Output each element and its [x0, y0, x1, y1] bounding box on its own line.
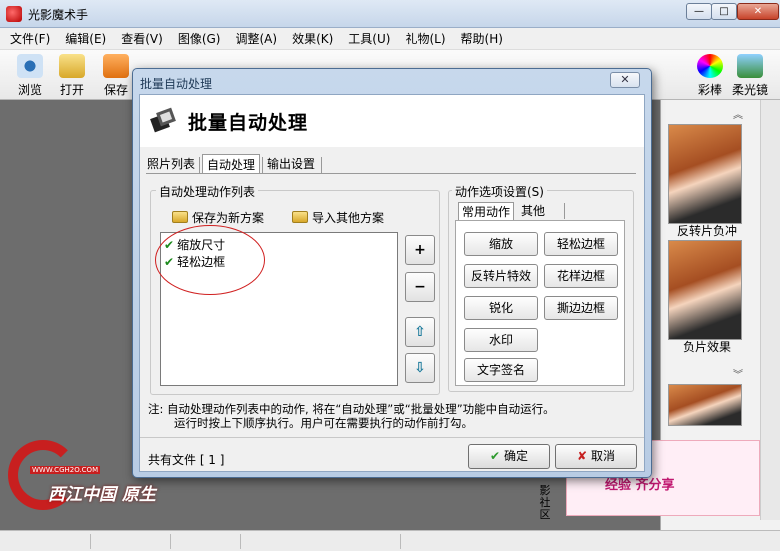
ok-label: 确定 [504, 449, 529, 463]
menu-bar: 文件(F) 编辑(E) 查看(V) 图像(G) 调整(A) 效果(K) 工具(U… [0, 28, 780, 50]
sharpen-button[interactable]: 锐化 [464, 296, 538, 320]
menu-file[interactable]: 文件(F) [10, 30, 50, 47]
footer-divider [140, 437, 644, 438]
status-divider [170, 534, 171, 549]
cancel-button[interactable]: ✘ 取消 [555, 444, 637, 469]
batch-process-icon [150, 107, 176, 133]
watermark-url: WWW.CGH2O.COM [30, 466, 101, 474]
open-label: 打开 [59, 83, 84, 97]
torn-border-button[interactable]: 撕边边框 [544, 296, 618, 320]
file-count: 共有文件 [ 1 ] [148, 453, 225, 467]
tab-divider [564, 203, 565, 219]
easy-border-button[interactable]: 轻松边框 [544, 232, 618, 256]
status-divider [240, 534, 241, 549]
minimize-button[interactable]: — [686, 3, 712, 20]
fancy-border-button[interactable]: 花样边框 [544, 264, 618, 288]
save-label: 保存 [103, 83, 128, 97]
menu-view[interactable]: 查看(V) [121, 30, 163, 47]
status-divider [400, 534, 401, 549]
maximize-button[interactable]: □ [711, 3, 737, 20]
action-list-title: 自动处理动作列表 [156, 183, 259, 200]
tab-divider [321, 157, 322, 173]
app-icon [6, 6, 22, 22]
tab-auto-process[interactable]: 自动处理 [202, 154, 261, 174]
cross-icon: ✘ [576, 449, 588, 463]
watermark-button[interactable]: 水印 [464, 328, 538, 352]
tab-photo-list[interactable]: 照片列表 [143, 154, 199, 174]
effect-thumbnail-3[interactable] [668, 384, 742, 426]
browse-button[interactable]: 浏览 [8, 52, 52, 98]
save-scheme-label: 保存为新方案 [192, 211, 265, 225]
colorful-button[interactable]: 彩棒 [688, 52, 732, 98]
tab-other[interactable]: 其他 [518, 202, 548, 221]
menu-edit[interactable]: 编辑(E) [65, 30, 106, 47]
import-scheme-button[interactable]: 导入其他方案 [292, 209, 384, 226]
side-scrollbar[interactable] [760, 100, 780, 520]
add-action-button[interactable]: + [405, 235, 435, 265]
browse-label: 浏览 [17, 83, 42, 97]
menu-image[interactable]: 图像(G) [178, 30, 221, 47]
panel-collapse-icon[interactable]: ︽ [730, 106, 746, 121]
menu-effects[interactable]: 效果(K) [292, 30, 333, 47]
tab-output-settings[interactable]: 输出设置 [263, 154, 319, 174]
note-line-2: 运行时按上下顺序执行。用户可在需要执行的动作前打勾。 [174, 416, 473, 430]
action-options-title: 动作选项设置(S) [452, 183, 547, 200]
reversal-effect-button[interactable]: 反转片特效 [464, 264, 538, 288]
menu-help[interactable]: 帮助(H) [461, 30, 503, 47]
window-close-button[interactable]: ✕ [737, 3, 779, 20]
import-scheme-label: 导入其他方案 [312, 211, 385, 225]
effect-thumbnail-reversal[interactable] [668, 124, 742, 224]
softglow-button[interactable]: 柔光镜 [728, 52, 772, 98]
menu-gifts[interactable]: 礼物(L) [405, 30, 445, 47]
dialog-heading: 批量自动处理 [188, 112, 309, 134]
save-icon [103, 54, 129, 78]
text-signature-button[interactable]: 文字签名 [464, 358, 538, 382]
menu-tools[interactable]: 工具(U) [348, 30, 390, 47]
effect-caption-negative: 负片效果 [682, 340, 731, 354]
colorful-label: 彩棒 [697, 83, 722, 97]
move-down-button[interactable]: ⇩ [405, 353, 435, 383]
title-bar [0, 0, 780, 28]
dialog-close-button[interactable]: ✕ [610, 72, 640, 88]
folder-icon [172, 211, 188, 223]
remove-action-button[interactable]: − [405, 272, 435, 302]
save-scheme-button[interactable]: 保存为新方案 [172, 209, 264, 226]
panel-expand-icon[interactable]: ︾ [730, 366, 746, 381]
landscape-icon [737, 54, 763, 78]
effect-caption-reversal: 反转片负冲 [676, 224, 737, 238]
dialog-note: 注: 自动处理动作列表中的动作, 将在“自动处理”或“批量处理”功能中自动运行。… [148, 402, 638, 430]
folder-open-icon [59, 54, 85, 78]
dialog-title: 批量自动处理 [140, 77, 213, 91]
tab-underline [146, 173, 636, 174]
tab-divider [199, 157, 200, 173]
note-line-1: 注: 自动处理动作列表中的动作, 将在“自动处理”或“批量处理”功能中自动运行。 [148, 402, 555, 416]
window-title: 光影魔术手 [28, 8, 89, 22]
open-button[interactable]: 打开 [50, 52, 94, 98]
magic-wand-icon [697, 54, 723, 78]
softglow-label: 柔光镜 [731, 83, 768, 97]
status-divider [90, 534, 91, 549]
menu-adjust[interactable]: 调整(A) [235, 30, 277, 47]
scale-button[interactable]: 缩放 [464, 232, 538, 256]
move-up-button[interactable]: ⇧ [405, 317, 435, 347]
ok-button[interactable]: ✔ 确定 [468, 444, 550, 469]
folder-icon [292, 211, 308, 223]
community-label[interactable]: 影社区 [537, 485, 553, 521]
status-bar [0, 530, 780, 551]
check-icon: ✔ [489, 449, 501, 463]
annotation-circle [155, 225, 265, 295]
cancel-label: 取消 [591, 449, 616, 463]
effect-thumbnail-negative[interactable] [668, 240, 742, 340]
tab-common-actions[interactable]: 常用动作 [458, 202, 515, 221]
eye-icon [17, 54, 43, 78]
watermark-text: 西江中国 原生 [48, 485, 156, 505]
